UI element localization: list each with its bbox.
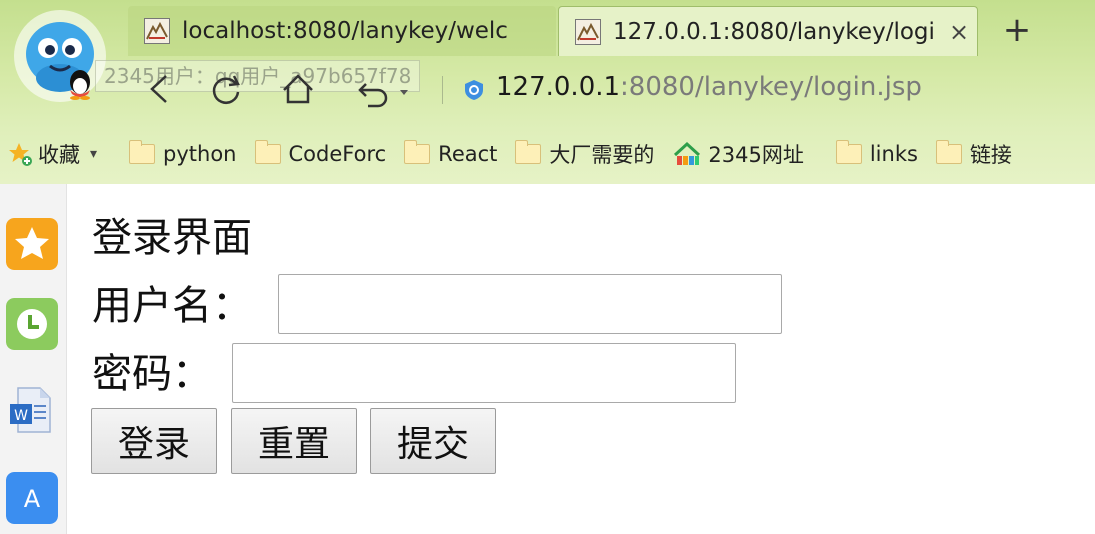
folder-icon — [835, 140, 862, 164]
toolbar-separator — [442, 76, 443, 104]
username-label: 用户名： — [92, 283, 252, 329]
undo-close-tab-icon[interactable] — [352, 66, 412, 112]
home-icon[interactable] — [278, 66, 318, 112]
word-document-icon[interactable]: W — [6, 384, 58, 436]
page-title: 登录界面 — [92, 215, 252, 261]
bookmark-python[interactable]: python — [129, 140, 237, 166]
address-bar[interactable]: 127.0.0.1:8080/lanykey/login.jsp — [496, 72, 922, 102]
bookmark-lianjie[interactable]: 链接 — [935, 139, 1012, 169]
folder-icon — [404, 140, 431, 164]
folder-icon — [254, 140, 281, 164]
password-label: 密码： — [92, 351, 212, 397]
bookmark-label: React — [438, 142, 498, 166]
svg-text:A: A — [24, 485, 41, 513]
folder-icon — [935, 140, 962, 164]
bookmark-codeforc[interactable]: CodeForc — [254, 140, 387, 166]
bookmark-favorites[interactable]: 收藏 ▾ — [0, 139, 97, 169]
new-tab-button[interactable]: + — [992, 8, 1042, 54]
star-plus-icon — [9, 143, 32, 166]
bookmark-dachang[interactable]: 大厂需要的 — [515, 139, 654, 169]
bookmark-label: links — [869, 142, 918, 166]
bookmark-label: 2345网址 — [708, 143, 804, 167]
bookmark-label: 大厂需要的 — [549, 143, 655, 167]
back-arrow-icon[interactable] — [140, 66, 180, 112]
url-host: 127.0.0.1 — [496, 72, 621, 102]
tab-title: localhost:8080/lanykey/welc — [182, 18, 508, 44]
tomcat-favicon-icon — [144, 18, 170, 44]
username-input[interactable] — [278, 274, 782, 334]
bookmark-label: CodeForc — [288, 142, 387, 166]
history-clock-icon[interactable] — [6, 298, 58, 350]
folder-icon — [515, 140, 542, 164]
url-path: :8080/lanykey/login.jsp — [620, 72, 922, 102]
qq-penguin-icon — [70, 70, 90, 100]
reset-button[interactable]: 重置 — [231, 408, 357, 474]
tab-login[interactable]: 127.0.0.1:8080/lanykey/logi × — [558, 6, 978, 56]
bookmarks-bar: 收藏 ▾ python CodeForc React 大厂需要的 2345网址 … — [0, 132, 1095, 176]
tab-welcome[interactable]: localhost:8080/lanykey/welc — [128, 6, 556, 56]
browser-chrome: localhost:8080/lanykey/welc 127.0.0.1:80… — [0, 0, 1095, 184]
close-tab-icon[interactable]: × — [941, 18, 977, 46]
security-shield-icon[interactable] — [462, 78, 486, 102]
2345-logo-icon — [674, 141, 701, 165]
tab-bar: localhost:8080/lanykey/welc 127.0.0.1:80… — [0, 0, 1095, 58]
favorites-star-icon[interactable] — [6, 218, 58, 270]
bookmark-links[interactable]: links — [835, 140, 918, 166]
tomcat-favicon-icon — [575, 18, 601, 45]
chevron-down-icon[interactable]: ▾ — [90, 146, 97, 162]
left-sidebar: W A — [0, 184, 67, 534]
password-input[interactable] — [232, 343, 736, 403]
bookmark-2345[interactable]: 2345网址 — [672, 139, 804, 169]
svg-text:W: W — [14, 408, 28, 424]
login-button[interactable]: 登录 — [91, 408, 217, 474]
folder-icon — [129, 140, 156, 164]
submit-button[interactable]: 提交 — [370, 408, 496, 474]
app-store-icon[interactable]: A — [6, 472, 58, 524]
bookmark-label: python — [163, 142, 237, 166]
tab-title: 127.0.0.1:8080/lanykey/logi — [613, 18, 935, 45]
refresh-icon[interactable] — [206, 66, 246, 112]
bookmark-react[interactable]: React — [404, 140, 498, 166]
bookmark-label: 收藏 — [38, 143, 80, 167]
bookmark-label: 链接 — [969, 143, 1012, 167]
